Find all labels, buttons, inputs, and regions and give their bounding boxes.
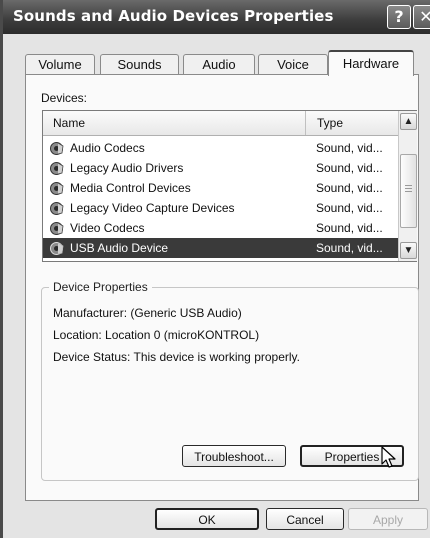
device-name: USB Audio Device [70,241,169,255]
list-item-selected[interactable]: USB Audio Device Sound, vid... [43,238,398,258]
scroll-thumb[interactable] [400,154,417,228]
device-name: Legacy Audio Drivers [70,161,184,175]
list-item[interactable]: Legacy Video Capture Devices Sound, vid.… [43,198,398,218]
column-header-name[interactable]: Name [43,111,306,135]
device-status-text: Device Status: This device is working pr… [53,350,300,364]
close-button[interactable]: ✕ [413,5,430,29]
dialog-window: Sounds and Audio Devices Properties ? ✕ … [0,0,430,538]
device-properties-title: Device Properties [49,280,152,294]
devices-label: Devices: [41,91,88,105]
tab-volume[interactable]: Volume [25,54,95,75]
manufacturer-text: Manufacturer: (Generic USB Audio) [53,306,242,320]
mouse-cursor-icon [381,446,396,468]
list-item[interactable]: Legacy Audio Drivers Sound, vid... [43,158,398,178]
apply-button[interactable]: Apply [348,508,428,530]
speaker-icon [50,142,64,155]
speaker-icon [50,182,64,195]
location-text: Location: Location 0 (microKONTROL) [53,328,260,342]
list-item[interactable]: Video Codecs Sound, vid... [43,218,398,238]
tab-voice[interactable]: Voice [258,54,328,75]
tab-hardware[interactable]: Hardware [328,50,414,76]
ok-button[interactable]: OK [155,508,259,530]
tab-sounds[interactable]: Sounds [100,54,179,75]
cancel-button[interactable]: Cancel [266,508,344,530]
devices-list[interactable]: Name Type Audio Codecs Sound, vid... Leg… [42,110,417,262]
help-button[interactable]: ? [387,5,411,29]
speaker-icon [50,242,64,255]
speaker-icon [50,162,64,175]
list-header: Name Type [43,111,398,136]
tab-audio[interactable]: Audio [183,54,255,75]
troubleshoot-button[interactable]: Troubleshoot... [182,445,286,467]
list-item[interactable]: Audio Codecs Sound, vid... [43,138,398,158]
speaker-icon [50,202,64,215]
title-bar[interactable]: Sounds and Audio Devices Properties ? ✕ [3,0,430,34]
device-type: Sound, vid... [316,221,383,235]
vertical-scrollbar[interactable]: ▲ ▼ [398,111,417,261]
speaker-icon [50,222,64,235]
device-name: Media Control Devices [70,181,191,195]
grip-icon [405,185,412,194]
scroll-down-button[interactable]: ▼ [400,242,417,259]
device-type: Sound, vid... [316,161,383,175]
scroll-up-button[interactable]: ▲ [400,113,417,130]
column-header-type[interactable]: Type [307,111,397,135]
device-type: Sound, vid... [316,181,383,195]
list-item[interactable]: Media Control Devices Sound, vid... [43,178,398,198]
device-type: Sound, vid... [316,241,383,255]
device-type: Sound, vid... [316,201,383,215]
device-name: Legacy Video Capture Devices [70,201,235,215]
window-title: Sounds and Audio Devices Properties [13,7,334,25]
device-name: Audio Codecs [70,141,145,155]
device-name: Video Codecs [70,221,145,235]
device-type: Sound, vid... [316,141,383,155]
